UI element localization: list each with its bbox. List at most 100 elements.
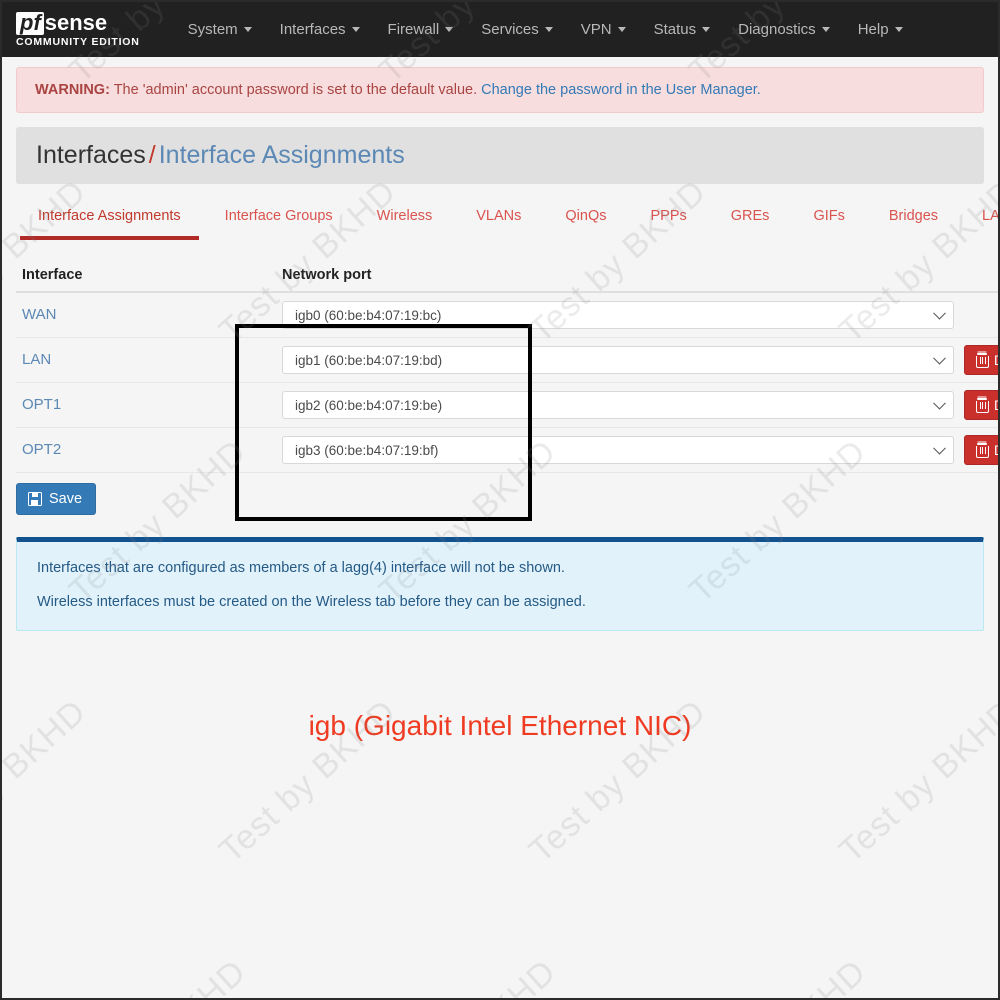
watermark-text: Test by BKHD: [372, 952, 564, 998]
tab-vlans[interactable]: VLANs: [454, 200, 543, 232]
delete-button-label: Delete: [994, 443, 998, 458]
save-floppy-icon: [28, 492, 42, 506]
network-port-select-lan[interactable]: igb1 (60:be:b4:07:19:bd): [282, 346, 954, 374]
table-row: WAN igb0 (60:be:b4:07:19:bc): [16, 293, 998, 338]
info-alert-box: Interfaces that are configured as member…: [16, 537, 984, 631]
nav-item-help[interactable]: Help: [844, 15, 917, 44]
table-row: LAN igb1 (60:be:b4:07:19:bd) Delete: [16, 338, 998, 383]
nav-label: Interfaces: [279, 21, 346, 38]
chevron-down-icon: [702, 27, 711, 32]
save-button-row: Save: [16, 483, 984, 515]
tab-gres[interactable]: GREs: [709, 200, 792, 232]
top-navbar: pf sense COMMUNITY EDITION System Interfa…: [2, 2, 998, 57]
network-port-select-value: igb3 (60:be:b4:07:19:bf): [295, 442, 439, 458]
info-alert-line-2: Wireless interfaces must be created on t…: [37, 594, 586, 610]
interface-name-cell: OPT1: [16, 396, 276, 414]
interface-name-cell: LAN: [16, 351, 276, 369]
chevron-down-icon: [933, 396, 946, 410]
interface-link-opt2[interactable]: OPT2: [22, 441, 61, 458]
logo-subtitle: COMMUNITY EDITION: [16, 35, 140, 48]
table-row: OPT2 igb3 (60:be:b4:07:19:bf) Delete: [16, 428, 998, 473]
save-button[interactable]: Save: [16, 483, 97, 515]
interface-link-lan[interactable]: LAN: [22, 351, 51, 368]
breadcrumb-separator: /: [148, 141, 156, 169]
network-port-select-value: igb0 (60:be:b4:07:19:bc): [295, 307, 442, 323]
interface-name-cell: WAN: [16, 306, 276, 324]
nav-label: Services: [481, 21, 539, 38]
tab-interface-assignments[interactable]: Interface Assignments: [16, 200, 203, 240]
tab-laggs[interactable]: LAGGs: [960, 200, 998, 232]
tab-ppps[interactable]: PPPs: [629, 200, 709, 232]
pfsense-page: pf sense COMMUNITY EDITION System Interfa…: [0, 0, 1000, 1000]
interface-link-opt1[interactable]: OPT1: [22, 396, 61, 413]
trash-icon: [975, 352, 989, 368]
interface-link-wan[interactable]: WAN: [22, 306, 56, 323]
network-port-cell: igb2 (60:be:b4:07:19:be) Delete: [276, 390, 998, 420]
network-port-cell: igb0 (60:be:b4:07:19:bc): [276, 301, 966, 329]
column-header-interface: Interface: [22, 267, 83, 283]
chevron-down-icon: [933, 306, 946, 320]
nav-item-diagnostics[interactable]: Diagnostics: [724, 15, 844, 44]
breadcrumb-parent: Interfaces: [36, 141, 146, 169]
delete-interface-button-opt2[interactable]: Delete: [964, 435, 998, 465]
interface-assignments-table: Interface Network port WAN igb0 (60:be:b…: [16, 259, 998, 473]
nav-label: Firewall: [387, 21, 440, 38]
nav-item-services[interactable]: Services: [467, 15, 567, 44]
nav-item-status[interactable]: Status: [640, 15, 725, 44]
watermark-text: Test by BKHD: [682, 952, 874, 998]
watermark-text: Test by BKHD: [62, 952, 254, 998]
chevron-down-icon: [933, 351, 946, 365]
logo-pf-text: pf: [16, 11, 44, 35]
delete-interface-button-opt1[interactable]: Delete: [964, 390, 998, 420]
nav-item-firewall[interactable]: Firewall: [374, 15, 468, 44]
logo-sense-text: sense: [44, 10, 108, 35]
tab-bridges[interactable]: Bridges: [867, 200, 960, 232]
warning-label: WARNING:: [35, 82, 110, 98]
tab-gifs[interactable]: GIFs: [791, 200, 866, 232]
network-port-cell: igb1 (60:be:b4:07:19:bd) Delete: [276, 345, 998, 375]
network-port-select-wan[interactable]: igb0 (60:be:b4:07:19:bc): [282, 301, 954, 329]
save-button-label: Save: [49, 491, 83, 507]
chevron-down-icon: [351, 27, 360, 32]
network-port-select-value: igb2 (60:be:b4:07:19:be): [295, 397, 443, 413]
nav-label: VPN: [580, 21, 612, 38]
nic-annotation-text: igb (Gigabit Intel Ethernet NIC): [308, 710, 692, 741]
chevron-down-icon: [933, 441, 946, 455]
nav-label: Help: [857, 21, 889, 38]
chevron-down-icon: [445, 27, 454, 32]
table-header-row: Interface Network port: [16, 259, 998, 293]
table-row: OPT1 igb2 (60:be:b4:07:19:be) Delete: [16, 383, 998, 428]
network-port-cell: igb3 (60:be:b4:07:19:bf) Delete: [276, 435, 998, 465]
delete-button-label: Delete: [994, 398, 998, 413]
chevron-down-icon: [617, 27, 626, 32]
pfsense-logo[interactable]: pf sense COMMUNITY EDITION: [10, 10, 146, 50]
trash-icon: [975, 442, 989, 458]
tab-wireless[interactable]: Wireless: [355, 200, 455, 232]
info-alert-line-1: Interfaces that are configured as member…: [37, 560, 565, 576]
logo-wordmark: pf sense: [16, 10, 140, 35]
nav-label: System: [187, 21, 238, 38]
interface-name-cell: OPT2: [16, 441, 276, 459]
chevron-down-icon: [894, 27, 903, 32]
breadcrumb: Interfaces / Interface Assignments: [16, 127, 984, 184]
column-header-network-port: Network port: [282, 267, 372, 283]
nav-item-interfaces[interactable]: Interfaces: [266, 15, 374, 44]
chevron-down-icon: [821, 27, 830, 32]
nav-item-system[interactable]: System: [174, 15, 266, 44]
tab-qinqs[interactable]: QinQs: [543, 200, 628, 232]
change-password-link[interactable]: Change the password in the User Manager.: [481, 82, 761, 98]
network-port-select-opt2[interactable]: igb3 (60:be:b4:07:19:bf): [282, 436, 954, 464]
watermark-text: Test by BKHD: [992, 952, 998, 998]
breadcrumb-current[interactable]: Interface Assignments: [159, 141, 405, 169]
tab-strip: Interface Assignments Interface Groups W…: [16, 200, 998, 245]
tab-interface-groups[interactable]: Interface Groups: [203, 200, 355, 232]
nav-label: Status: [653, 21, 697, 38]
nav-label: Diagnostics: [738, 21, 816, 38]
nav-item-vpn[interactable]: VPN: [567, 15, 640, 44]
warning-text: The 'admin' account password is set to t…: [113, 82, 478, 98]
delete-interface-button-lan[interactable]: Delete: [964, 345, 998, 375]
network-port-select-opt1[interactable]: igb2 (60:be:b4:07:19:be): [282, 391, 954, 419]
network-port-select-value: igb1 (60:be:b4:07:19:bd): [295, 352, 443, 368]
chevron-down-icon: [544, 27, 553, 32]
trash-icon: [975, 397, 989, 413]
